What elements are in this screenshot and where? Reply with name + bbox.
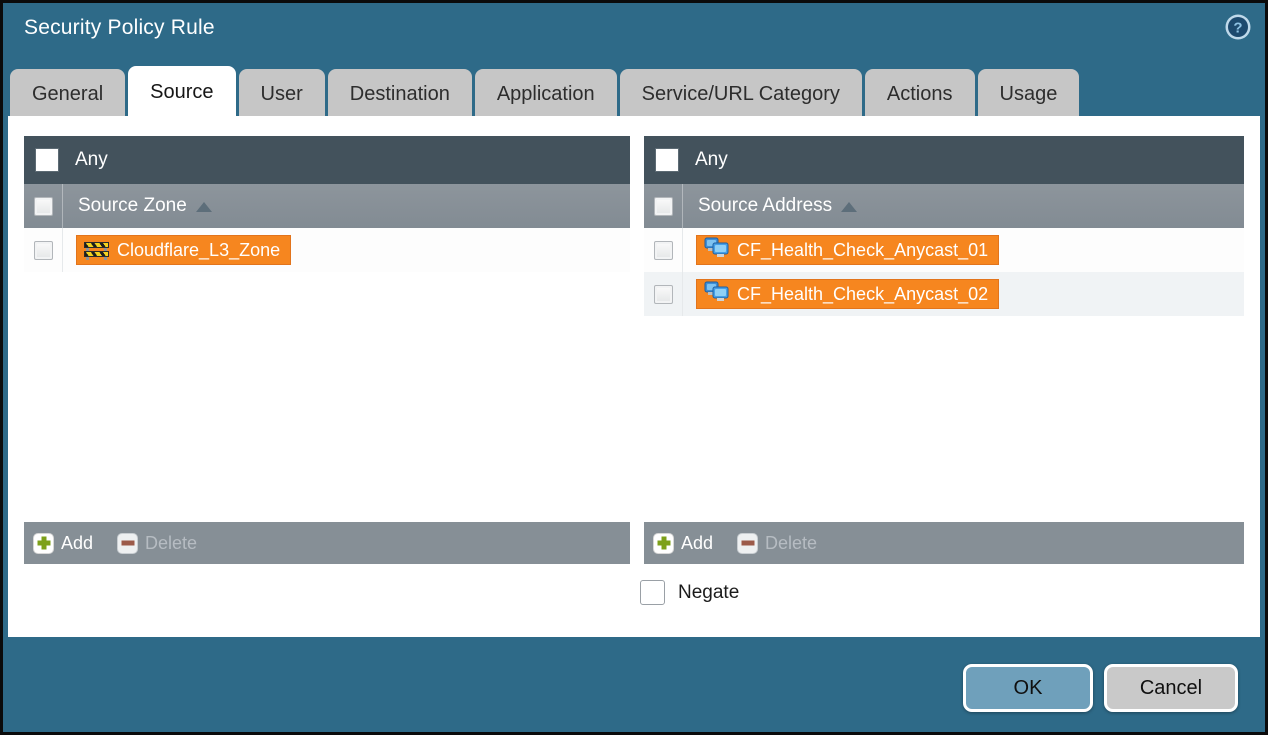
address-icon — [704, 281, 729, 307]
source-address-row-checkbox[interactable] — [654, 241, 673, 260]
source-address-list: CF_Health_Check_Anycast_01 — [644, 228, 1244, 522]
plus-icon — [33, 533, 54, 554]
source-zone-any-header: Any — [24, 136, 630, 184]
row-checkbox-cell — [644, 228, 683, 272]
add-button-label: Add — [61, 533, 93, 554]
source-zone-list: Cloudflare_L3_Zone — [24, 228, 630, 522]
source-address-item-label: CF_Health_Check_Anycast_02 — [737, 284, 988, 305]
plus-icon — [653, 533, 674, 554]
source-address-item[interactable]: CF_Health_Check_Anycast_01 — [696, 235, 999, 265]
source-tab-content: Any Source Zone — [8, 116, 1260, 637]
delete-button-label: Delete — [145, 533, 197, 554]
tab-destination[interactable]: Destination — [328, 69, 472, 119]
sort-ascending-icon — [841, 202, 857, 212]
tab-actions[interactable]: Actions — [865, 69, 975, 119]
minus-icon — [117, 533, 138, 554]
source-address-select-all-checkbox[interactable] — [654, 197, 673, 216]
sort-ascending-icon — [196, 202, 212, 212]
security-policy-rule-dialog: Security Policy Rule ? General Source Us… — [0, 0, 1268, 735]
source-address-delete-button[interactable]: Delete — [737, 533, 817, 554]
add-button-label: Add — [681, 533, 713, 554]
tab-general[interactable]: General — [10, 69, 125, 119]
ok-button[interactable]: OK — [963, 664, 1093, 712]
source-zone-panel: Any Source Zone — [24, 136, 630, 564]
source-zone-column-label: Source Zone — [78, 195, 187, 217]
source-address-any-label: Any — [695, 149, 728, 171]
tab-service-url-category[interactable]: Service/URL Category — [620, 69, 862, 119]
cancel-button[interactable]: Cancel — [1104, 664, 1238, 712]
table-row: Cloudflare_L3_Zone — [24, 228, 630, 272]
table-row: CF_Health_Check_Anycast_02 — [644, 272, 1244, 316]
table-row: CF_Health_Check_Anycast_01 — [644, 228, 1244, 272]
source-zone-any-checkbox[interactable] — [35, 148, 59, 172]
svg-text:?: ? — [1233, 20, 1242, 37]
source-zone-delete-button[interactable]: Delete — [117, 533, 197, 554]
row-checkbox-cell — [644, 272, 683, 316]
source-address-row-checkbox[interactable] — [654, 285, 673, 304]
negate-control: Negate — [640, 580, 739, 605]
source-address-select-all-cell — [644, 184, 683, 228]
source-address-toolbar: Add Delete — [644, 522, 1244, 564]
source-address-add-button[interactable]: Add — [653, 533, 713, 554]
source-address-column-header[interactable]: Source Address — [644, 184, 1244, 228]
source-zone-item-label: Cloudflare_L3_Zone — [117, 240, 280, 261]
zone-icon — [84, 241, 109, 260]
source-zone-column-header[interactable]: Source Zone — [24, 184, 630, 228]
source-address-item-label: CF_Health_Check_Anycast_01 — [737, 240, 988, 261]
tab-application[interactable]: Application — [475, 69, 617, 119]
tab-user[interactable]: User — [239, 69, 325, 119]
tab-source[interactable]: Source — [128, 66, 235, 119]
tab-usage[interactable]: Usage — [978, 69, 1080, 119]
source-address-panel: Any Source Address — [644, 136, 1244, 564]
source-zone-toolbar: Add Delete — [24, 522, 630, 564]
source-address-any-checkbox[interactable] — [655, 148, 679, 172]
source-address-any-header: Any — [644, 136, 1244, 184]
minus-icon — [737, 533, 758, 554]
help-icon[interactable]: ? — [1224, 13, 1252, 41]
address-icon — [704, 237, 729, 263]
source-zone-row-checkbox[interactable] — [34, 241, 53, 260]
source-address-column-label: Source Address — [698, 195, 832, 217]
dialog-title: Security Policy Rule — [24, 16, 215, 40]
source-zone-select-all-checkbox[interactable] — [34, 197, 53, 216]
source-zone-add-button[interactable]: Add — [33, 533, 93, 554]
tab-bar: General Source User Destination Applicat… — [10, 66, 1082, 119]
negate-label: Negate — [678, 582, 739, 604]
source-zone-any-label: Any — [75, 149, 108, 171]
delete-button-label: Delete — [765, 533, 817, 554]
row-checkbox-cell — [24, 228, 63, 272]
source-zone-select-all-cell — [24, 184, 63, 228]
source-zone-item[interactable]: Cloudflare_L3_Zone — [76, 235, 291, 265]
negate-checkbox[interactable] — [640, 580, 665, 605]
source-address-item[interactable]: CF_Health_Check_Anycast_02 — [696, 279, 999, 309]
